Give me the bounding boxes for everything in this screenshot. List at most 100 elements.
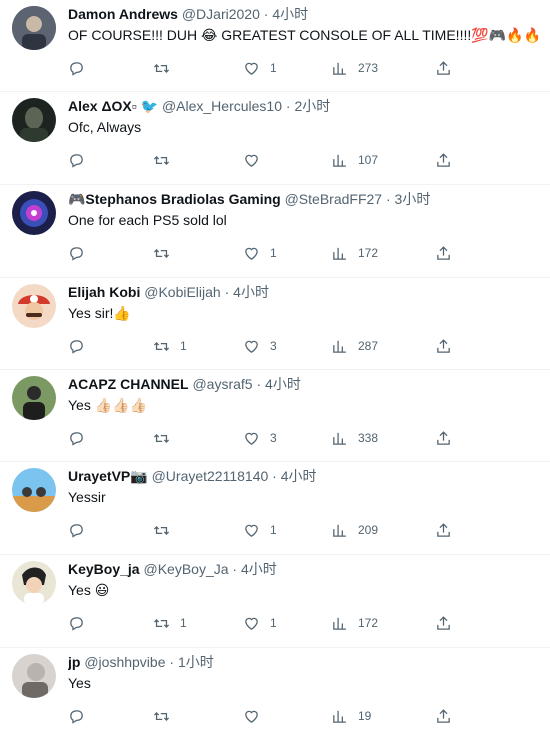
display-name[interactable]: 🎮Stephanos Bradiolas Gaming [68, 191, 281, 207]
share-button[interactable] [435, 522, 455, 539]
display-name[interactable]: KeyBoy_ja [68, 561, 140, 577]
user-handle[interactable]: @Urayet22118140 [152, 468, 269, 484]
views-button[interactable]: 287 [331, 338, 435, 355]
reply-button[interactable] [68, 245, 153, 262]
like-button[interactable] [243, 152, 331, 169]
avatar[interactable] [12, 6, 56, 50]
retweet-icon [153, 525, 170, 535]
avatar[interactable] [12, 468, 56, 512]
views-button[interactable]: 172 [331, 245, 435, 262]
share-button[interactable] [435, 430, 455, 447]
tweet[interactable]: Elijah Kobi @KobiElijah · 4小时 Yes sir!👍 … [0, 278, 550, 370]
retweet-button[interactable] [153, 522, 243, 539]
like-button[interactable]: 1 [243, 522, 331, 539]
separator-dot: · [263, 6, 269, 22]
share-button[interactable] [435, 152, 455, 169]
display-name[interactable]: ACAPZ CHANNEL [68, 376, 189, 392]
like-count: 1 [270, 616, 277, 630]
display-name[interactable]: Damon Andrews [68, 6, 178, 22]
user-handle[interactable]: @SteBradFF27 [285, 191, 382, 207]
avatar[interactable] [12, 654, 56, 698]
tweet-actions: 1 3 287 [68, 329, 538, 363]
timestamp[interactable]: 4小时 [233, 284, 269, 300]
display-name[interactable]: UrayetVP📷 [68, 468, 148, 484]
tweet[interactable]: Damon Andrews @DJari2020 · 4小时 OF COURSE… [0, 0, 550, 92]
like-button[interactable] [243, 708, 331, 725]
avatar[interactable] [12, 284, 56, 328]
like-icon [245, 710, 258, 723]
views-button[interactable]: 19 [331, 708, 435, 725]
avatar[interactable] [12, 98, 56, 142]
avatar[interactable] [12, 191, 56, 235]
retweet-button[interactable]: 1 [153, 615, 243, 632]
view-count: 209 [358, 523, 379, 537]
like-count: 1 [270, 246, 277, 260]
timestamp[interactable]: 1小时 [178, 654, 214, 670]
retweet-button[interactable] [153, 430, 243, 447]
like-button[interactable]: 1 [243, 60, 331, 77]
share-button[interactable] [435, 615, 455, 632]
views-button[interactable]: 273 [331, 60, 435, 77]
tweet[interactable]: 🎮Stephanos Bradiolas Gaming @SteBradFF27… [0, 185, 550, 278]
like-button[interactable]: 3 [243, 338, 331, 355]
tweet[interactable]: jp @joshhpvibe · 1小时 Yes 19 [0, 648, 550, 738]
views-button[interactable]: 172 [331, 615, 435, 632]
user-handle[interactable]: @DJari2020 [182, 6, 260, 22]
timestamp[interactable]: 3小时 [395, 191, 431, 207]
user-handle[interactable]: @Alex_Hercules10 [162, 98, 282, 114]
tweet-actions: 1 172 [68, 236, 538, 270]
tweet[interactable]: KeyBoy_ja @KeyBoy_Ja · 4小时 Yes 😃 1 1 172 [0, 555, 550, 648]
retweet-button[interactable] [153, 152, 243, 169]
user-handle[interactable]: @KeyBoy_Ja [143, 561, 228, 577]
tweet[interactable]: Alex ΔOX▫ 🐦 @Alex_Hercules10 · 2小时 Ofc, … [0, 92, 550, 185]
view-count: 338 [358, 431, 379, 445]
views-button[interactable]: 338 [331, 430, 435, 447]
views-button[interactable]: 107 [331, 152, 435, 169]
share-button[interactable] [435, 245, 455, 262]
user-handle[interactable]: @KobiElijah [144, 284, 220, 300]
tweet[interactable]: UrayetVP📷 @Urayet22118140 · 4小时 Yessir 1 [0, 462, 550, 555]
reply-button[interactable] [68, 60, 153, 77]
views-button[interactable]: 209 [331, 522, 435, 539]
user-handle[interactable]: @joshhpvibe [84, 654, 165, 670]
reply-button[interactable] [68, 615, 153, 632]
reply-button[interactable] [68, 338, 153, 355]
timestamp[interactable]: 2小时 [294, 98, 330, 114]
display-name[interactable]: Elijah Kobi [68, 284, 140, 300]
share-icon [437, 245, 450, 260]
timestamp[interactable]: 4小时 [241, 561, 277, 577]
display-name[interactable]: jp [68, 654, 80, 670]
reply-button[interactable] [68, 522, 153, 539]
timestamp[interactable]: 4小时 [281, 468, 317, 484]
user-handle[interactable]: @aysraf5 [192, 376, 252, 392]
retweet-count: 1 [180, 339, 187, 353]
share-icon [437, 152, 450, 167]
timestamp[interactable]: 4小时 [265, 376, 301, 392]
share-button[interactable] [435, 60, 455, 77]
reply-button[interactable] [68, 708, 153, 725]
retweet-button[interactable] [153, 60, 243, 77]
avatar[interactable] [12, 561, 56, 605]
retweet-button[interactable] [153, 708, 243, 725]
like-button[interactable]: 3 [243, 430, 331, 447]
display-name[interactable]: Alex ΔOX▫ 🐦 [68, 98, 158, 114]
reply-icon [70, 61, 83, 76]
reply-button[interactable] [68, 430, 153, 447]
retweet-button[interactable]: 1 [153, 338, 243, 355]
share-button[interactable] [435, 708, 455, 725]
tweet[interactable]: ACAPZ CHANNEL @aysraf5 · 4小时 Yes 👍🏻👍🏻👍🏻 [0, 370, 550, 462]
avatar[interactable] [12, 376, 56, 420]
share-button[interactable] [435, 338, 455, 355]
timestamp[interactable]: 4小时 [272, 6, 308, 22]
like-count: 1 [270, 523, 277, 537]
like-button[interactable]: 1 [243, 615, 331, 632]
retweet-icon [153, 63, 170, 73]
reply-button[interactable] [68, 152, 153, 169]
like-count: 3 [270, 431, 277, 445]
separator-dot: · [385, 191, 391, 207]
retweet-icon [153, 618, 170, 628]
tweet-text: Yes sir!👍 [68, 305, 131, 321]
like-button[interactable]: 1 [243, 245, 331, 262]
retweet-count: 1 [180, 616, 187, 630]
retweet-button[interactable] [153, 245, 243, 262]
